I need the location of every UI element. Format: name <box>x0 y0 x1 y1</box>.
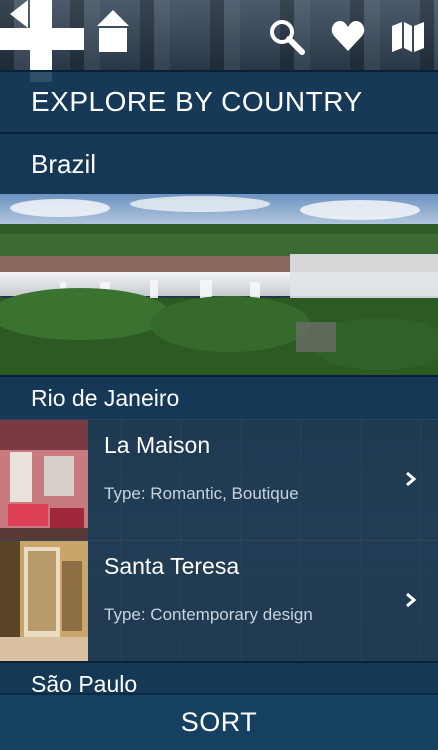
chevron-right-icon <box>406 471 417 487</box>
chevron-right-icon <box>406 592 417 608</box>
hotel-name: La Maison <box>104 432 211 458</box>
hotel-list-item[interactable]: Santa Teresa Type: Contemporary design <box>0 540 438 661</box>
favorites-button[interactable] <box>330 18 366 54</box>
map-icon <box>392 22 424 52</box>
hotel-type: Type: Romantic, Boutique <box>104 484 299 503</box>
hotel-list-item[interactable]: La Maison Type: Romantic, Boutique <box>0 419 438 540</box>
city-header-sao-paulo[interactable]: São Paulo <box>0 661 438 693</box>
hotel-name: Santa Teresa <box>104 553 240 579</box>
city-name: São Paulo <box>31 671 138 693</box>
country-hero-image <box>0 194 438 375</box>
city-header-rio[interactable]: Rio de Janeiro <box>0 375 438 419</box>
page-title-bar: EXPLORE BY COUNTRY <box>0 70 438 132</box>
hotel-thumbnail <box>0 541 88 661</box>
search-icon <box>270 20 305 55</box>
sort-label: SORT <box>180 707 258 737</box>
hotel-type: Type: Contemporary design <box>104 605 313 624</box>
city-name: Rio de Janeiro <box>31 384 180 411</box>
hotel-thumbnail <box>0 420 88 540</box>
country-name: Brazil <box>31 148 97 179</box>
back-button[interactable] <box>4 0 30 30</box>
country-header[interactable]: Brazil <box>0 132 438 194</box>
heart-icon <box>331 21 365 51</box>
search-button[interactable] <box>268 18 306 56</box>
back-arrow-icon <box>10 0 28 28</box>
map-button[interactable] <box>390 22 426 52</box>
top-nav-bar <box>0 0 438 82</box>
home-button[interactable] <box>96 8 130 54</box>
home-icon <box>97 10 129 52</box>
sort-button[interactable]: SORT <box>0 693 438 750</box>
page-title: EXPLORE BY COUNTRY <box>31 86 363 117</box>
